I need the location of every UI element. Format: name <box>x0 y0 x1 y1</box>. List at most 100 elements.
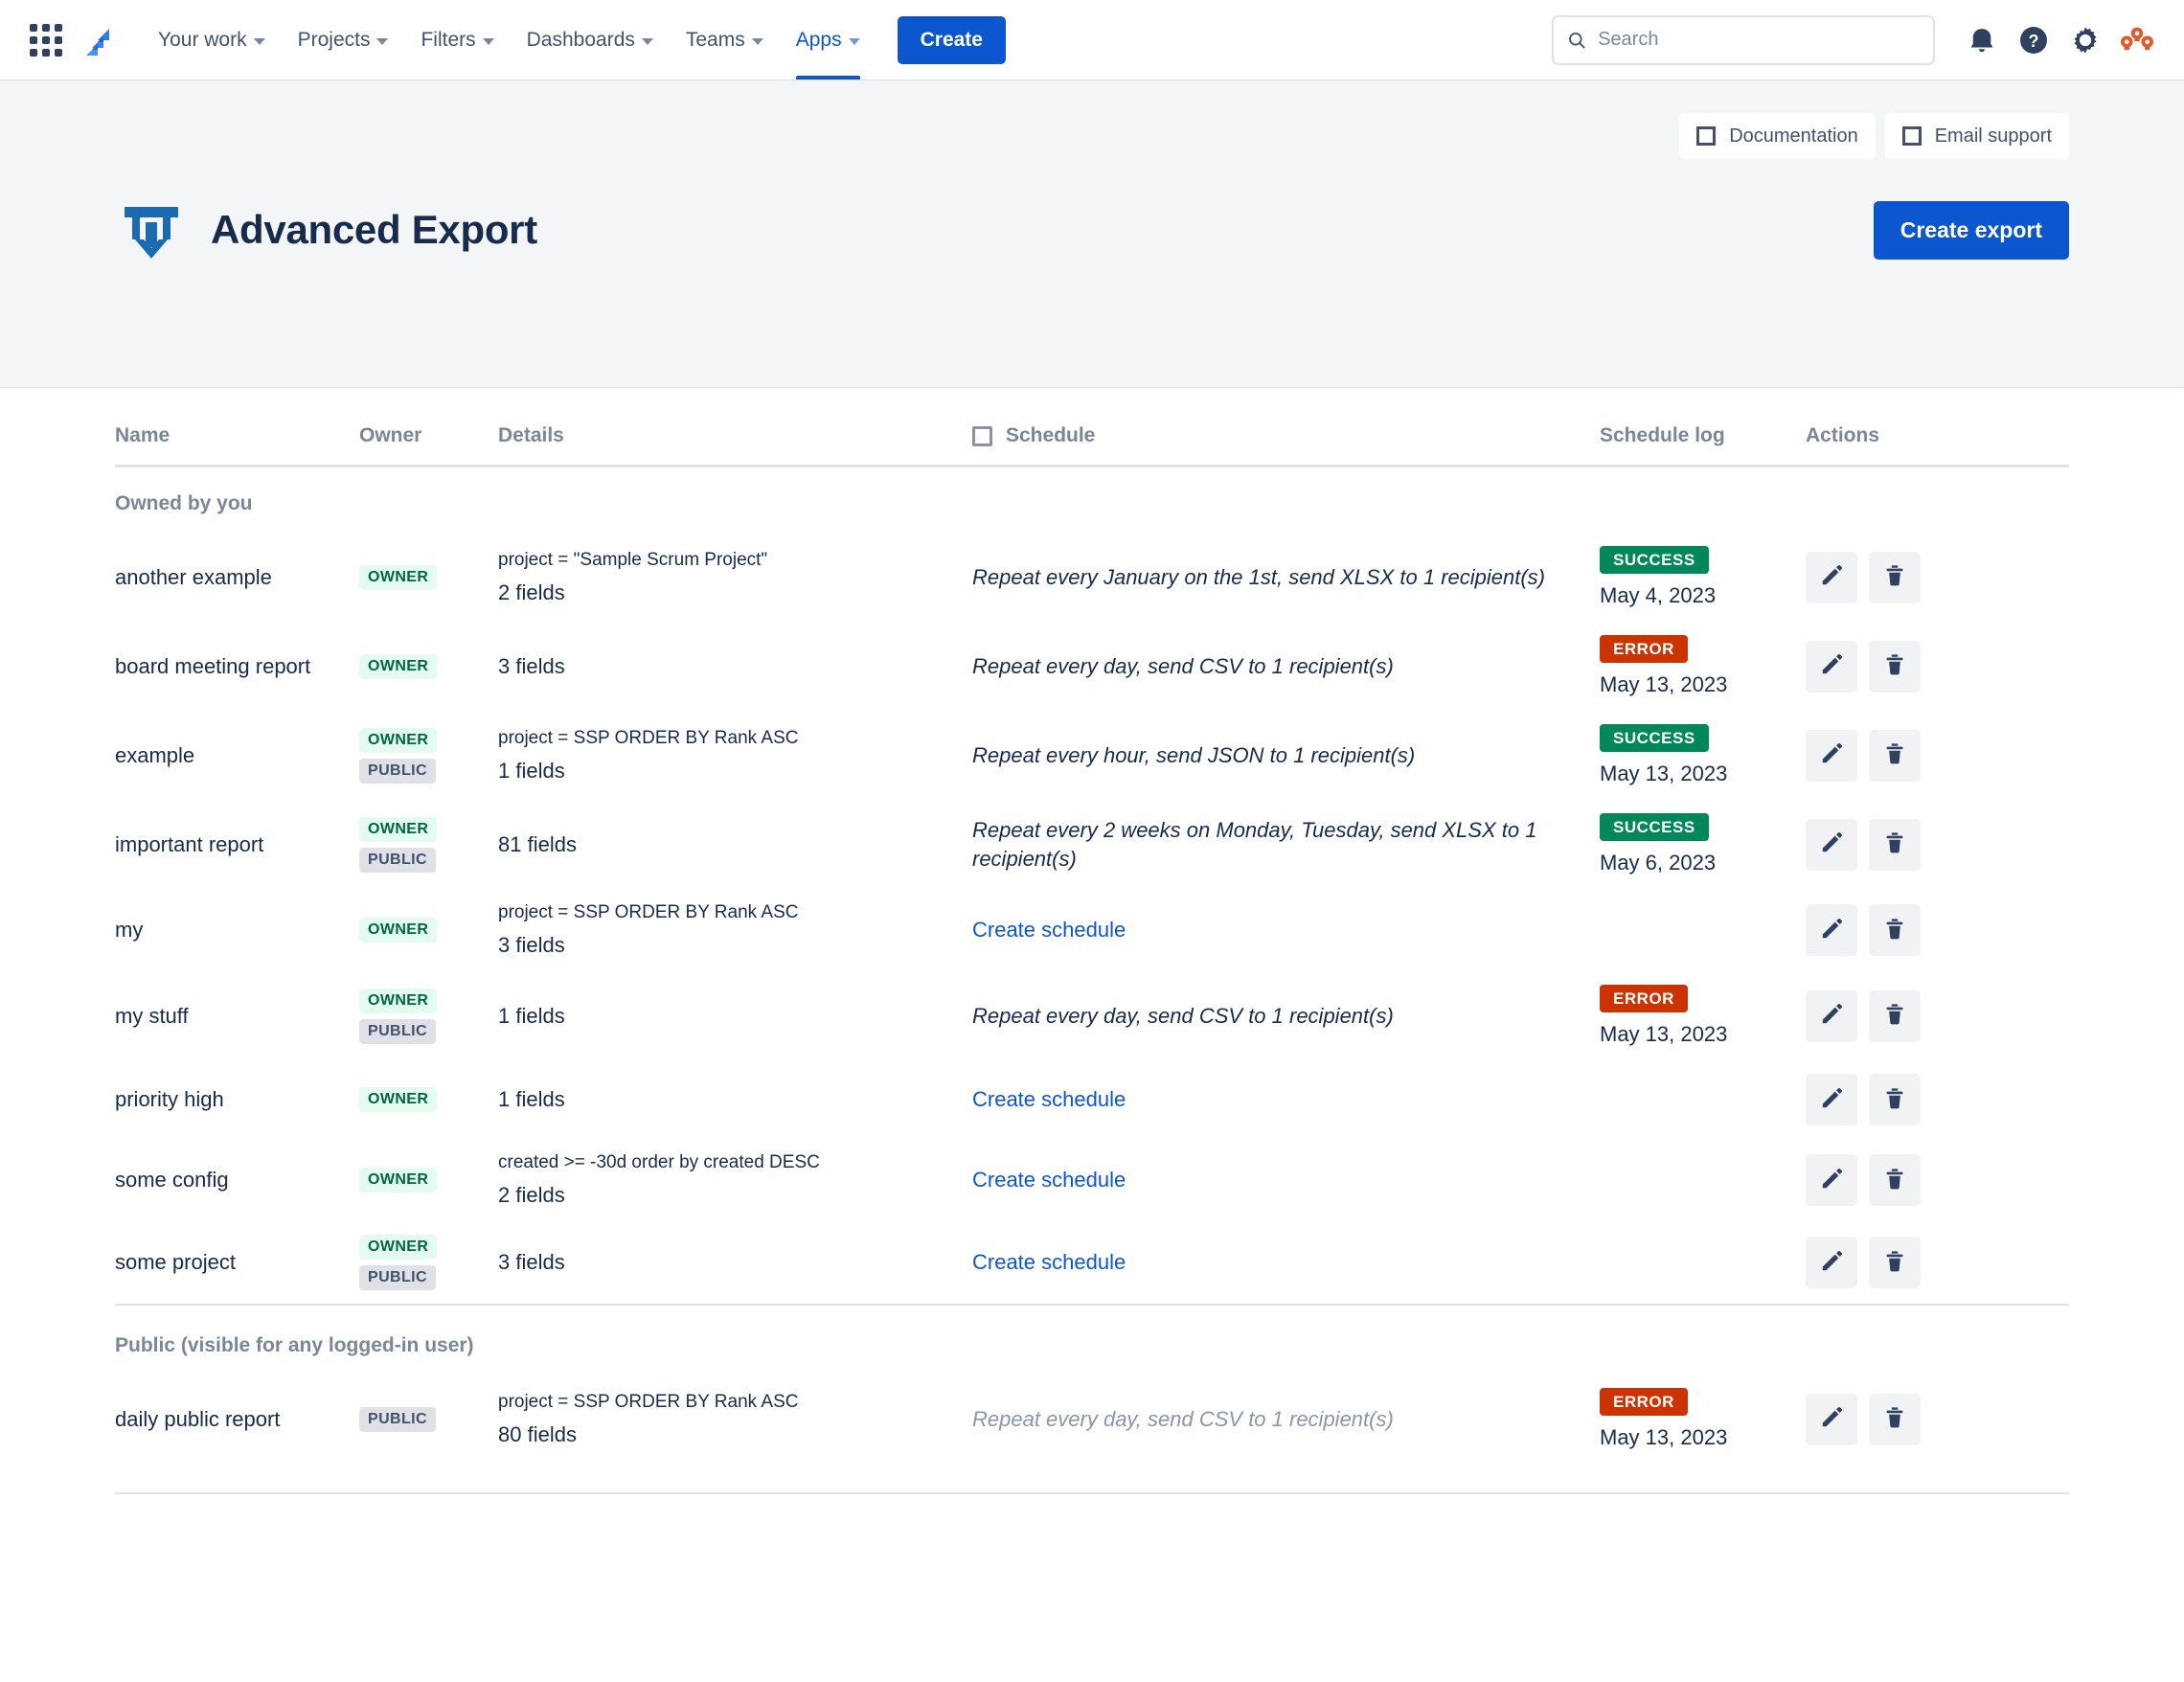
detail-field-count: 81 fields <box>498 831 577 856</box>
schedule-log-cell <box>1600 889 1806 971</box>
table-row: my OWNER project = SSP ORDER BY Rank ASC 3 … <box>115 889 2069 971</box>
settings-icon[interactable] <box>2059 14 2111 66</box>
edit-button[interactable] <box>1806 551 1857 603</box>
edit-button[interactable] <box>1806 904 1857 956</box>
grid-dot <box>55 48 62 57</box>
nav-right-cluster: ? <box>1552 14 2163 66</box>
group-label: Owned by you <box>115 492 253 514</box>
table-row: another example OWNER project = "Sample Sc… <box>115 533 2069 622</box>
ownership-badge: OWNER <box>359 1168 438 1193</box>
detail-query: created >= -30d order by created DESC <box>498 1152 820 1172</box>
export-name: some project <box>115 1250 236 1275</box>
page-header-band: Documentation Email support Advanced Exp… <box>0 80 2184 388</box>
edit-button[interactable] <box>1806 1237 1857 1288</box>
status-badge: ERROR <box>1600 635 1688 663</box>
edit-icon <box>1819 1086 1844 1114</box>
grid-dot <box>30 35 37 44</box>
edit-button[interactable] <box>1806 1074 1857 1125</box>
edit-button[interactable] <box>1806 1393 1857 1445</box>
delete-button[interactable] <box>1869 551 1921 603</box>
schedule-log-date: May 6, 2023 <box>1600 851 1717 875</box>
create-schedule-link[interactable]: Create schedule <box>972 1250 1126 1274</box>
table-row: important report OWNER PUBLIC 81 fields Repe… <box>115 800 2069 889</box>
search-input[interactable] <box>1598 29 1920 51</box>
schedule-log-date: May 13, 2023 <box>1600 1425 1728 1449</box>
nav-label: Apps <box>795 28 842 51</box>
edit-button[interactable] <box>1806 640 1857 693</box>
ownership-badge: OWNER <box>359 564 438 590</box>
support-links: Documentation Email support <box>115 80 2069 159</box>
notifications-icon[interactable] <box>1956 14 2008 66</box>
edit-button[interactable] <box>1806 989 1857 1042</box>
nav-item-apps[interactable]: Apps <box>780 0 876 80</box>
edit-button[interactable] <box>1806 729 1857 782</box>
delete-button[interactable] <box>1869 1154 1921 1206</box>
delete-button[interactable] <box>1869 640 1921 693</box>
create-schedule-link[interactable]: Create schedule <box>972 1087 1126 1111</box>
owner-cell: PUBLIC <box>359 1375 498 1464</box>
schedule-cell: Repeat every hour, send JSON to 1 recipi… <box>972 711 1600 800</box>
detail-query: project = "Sample Scrum Project" <box>498 549 768 570</box>
actions-cell <box>1806 971 2069 1060</box>
delete-button[interactable] <box>1869 818 1921 871</box>
search-box[interactable] <box>1552 14 1935 65</box>
bottom-divider <box>115 1492 2069 1494</box>
table-row: daily public report PUBLIC project = SSP O… <box>115 1375 2069 1464</box>
nav-item-projects[interactable]: Projects <box>282 0 405 80</box>
app-switcher-icon[interactable] <box>25 19 67 61</box>
delete-button[interactable] <box>1869 989 1921 1042</box>
nav-item-your-work[interactable]: Your work <box>142 0 282 80</box>
create-schedule-link[interactable]: Create schedule <box>972 1168 1126 1192</box>
delete-button[interactable] <box>1869 1237 1921 1288</box>
schedule-description: Repeat every January on the 1st, send XL… <box>972 564 1545 589</box>
jira-logo-icon[interactable] <box>77 18 121 62</box>
documentation-label: Documentation <box>1729 125 1858 147</box>
column-header-details: Details <box>498 388 972 467</box>
edit-icon <box>1819 1249 1844 1277</box>
table-head: Name Owner Details Schedule Schedule log… <box>115 388 2069 467</box>
delete-button[interactable] <box>1869 1074 1921 1125</box>
avatar[interactable] <box>2111 14 2163 66</box>
documentation-button[interactable]: Documentation <box>1679 113 1876 159</box>
edit-button[interactable] <box>1806 1154 1857 1206</box>
nav-item-teams[interactable]: Teams <box>670 0 780 80</box>
grid-dot <box>30 23 37 32</box>
details-cell: project = "Sample Scrum Project" 2 fields <box>498 533 972 622</box>
owner-cell: OWNER <box>359 1139 498 1221</box>
detail-field-count: 80 fields <box>498 1421 577 1446</box>
help-icon[interactable]: ? <box>2008 14 2059 66</box>
actions-cell <box>1806 1375 2069 1464</box>
nav-item-filters[interactable]: Filters <box>404 0 510 80</box>
owner-cell: OWNER PUBLIC <box>359 1221 498 1305</box>
delete-button[interactable] <box>1869 729 1921 782</box>
detail-field-count: 1 fields <box>498 1003 565 1028</box>
export-name: example <box>115 742 195 767</box>
edit-button[interactable] <box>1806 818 1857 871</box>
document-icon <box>1696 126 1717 146</box>
create-button[interactable]: Create <box>897 15 1006 64</box>
detail-field-count: 3 fields <box>498 1250 565 1274</box>
schedule-cell: Repeat every January on the 1st, send XL… <box>972 533 1600 622</box>
schedule-log-cell <box>1600 1221 1806 1305</box>
ownership-badge: OWNER <box>359 653 438 679</box>
export-name: board meeting report <box>115 653 311 678</box>
nav-item-dashboards[interactable]: Dashboards <box>511 0 670 80</box>
schedule-cell: Repeat every 2 weeks on Monday, Tuesday,… <box>972 800 1600 889</box>
email-support-button[interactable]: Email support <box>1884 113 2069 159</box>
schedule-log-cell: SUCCESS May 4, 2023 <box>1600 533 1806 622</box>
schedule-description: Repeat every 2 weeks on Monday, Tuesday,… <box>972 817 1537 871</box>
edit-icon <box>1819 1167 1844 1194</box>
delete-button[interactable] <box>1869 904 1921 956</box>
create-export-button[interactable]: Create export <box>1873 200 2069 260</box>
delete-button[interactable] <box>1869 1393 1921 1445</box>
schedule-select-all-checkbox[interactable] <box>972 425 992 446</box>
ownership-badge: OWNER <box>359 816 438 842</box>
create-schedule-link[interactable]: Create schedule <box>972 918 1126 942</box>
column-header-schedule-label: Schedule <box>1006 424 1096 446</box>
ownership-badge: PUBLIC <box>359 1406 436 1432</box>
schedule-cell: Create schedule <box>972 1139 1600 1221</box>
edit-icon <box>1819 741 1844 769</box>
exports-table-container: Name Owner Details Schedule Schedule log… <box>0 388 2184 1464</box>
ownership-badge: PUBLIC <box>359 758 436 784</box>
table-row: some config OWNER created >= -30d order by… <box>115 1139 2069 1221</box>
